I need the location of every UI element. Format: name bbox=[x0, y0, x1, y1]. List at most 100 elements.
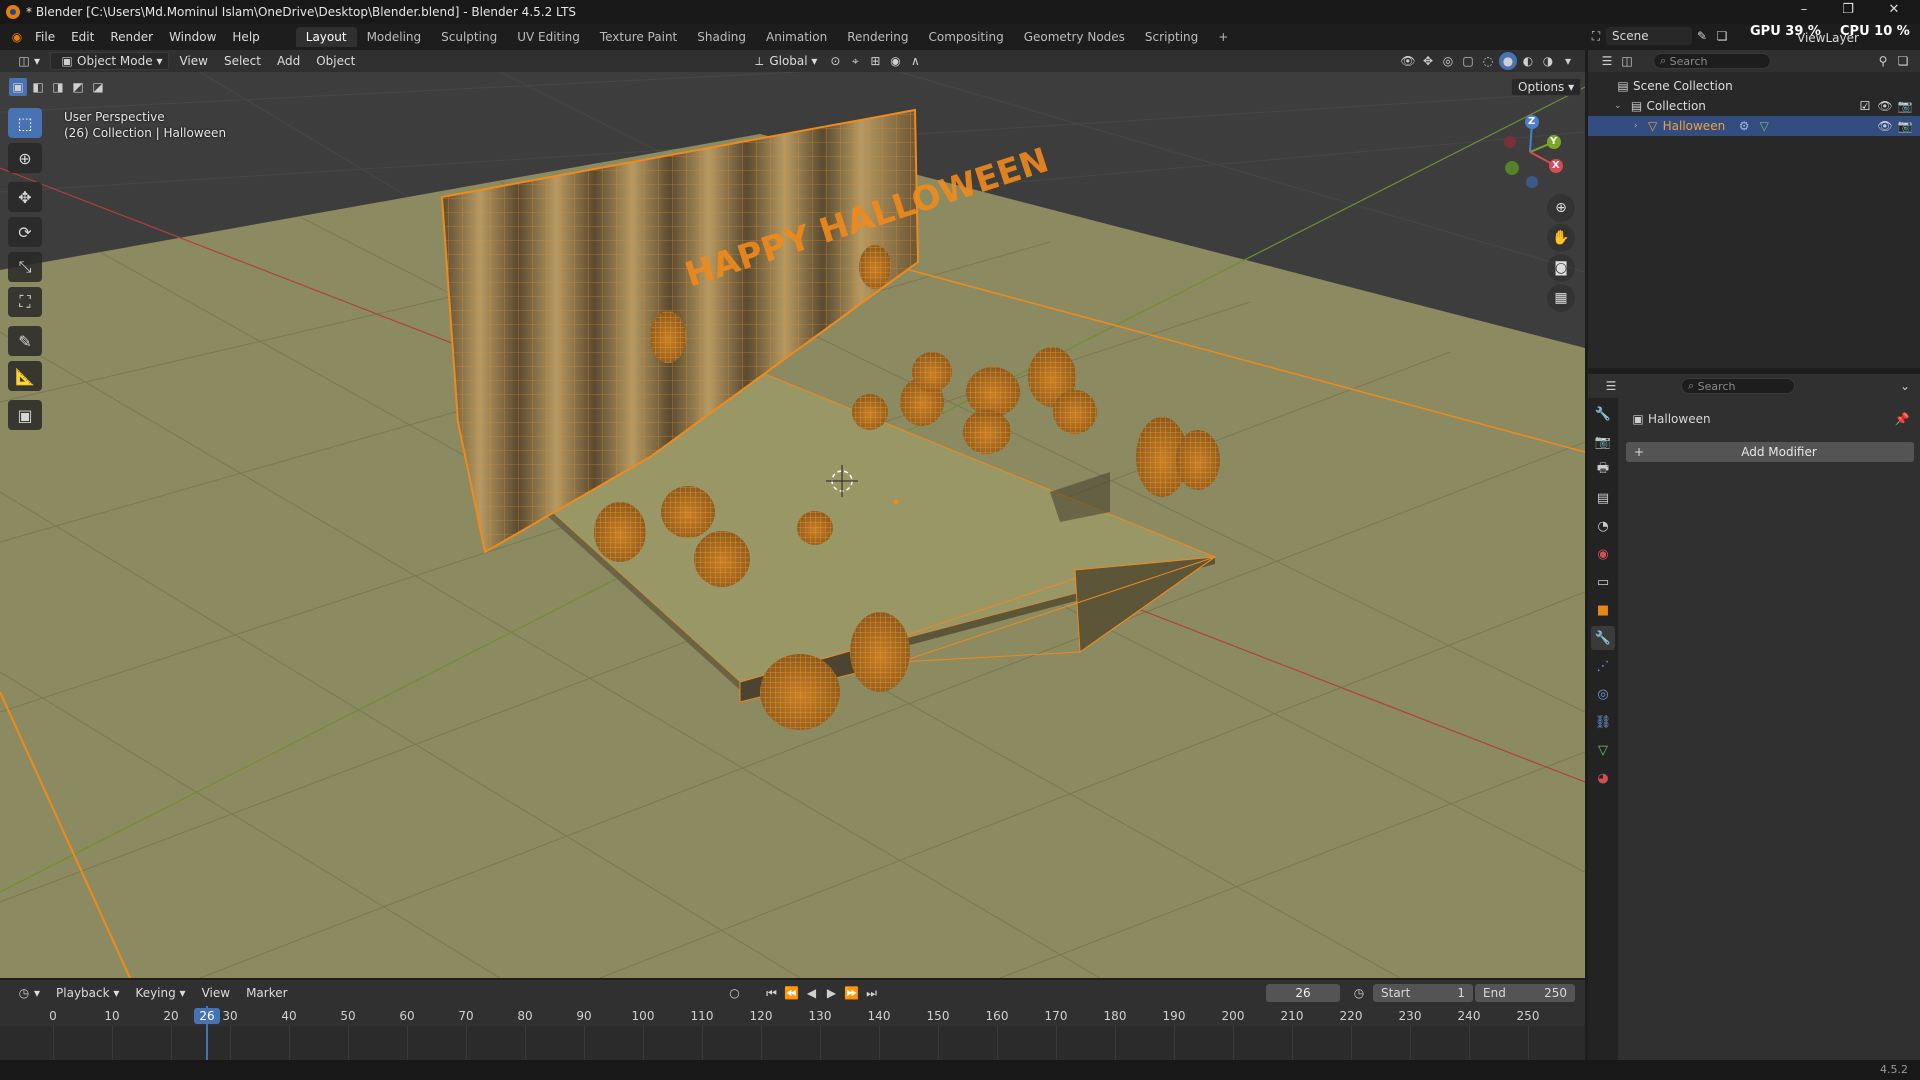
pumpkin[interactable] bbox=[912, 352, 952, 392]
view-layer-selector[interactable]: ViewLayer bbox=[1797, 31, 1859, 45]
pumpkin[interactable] bbox=[966, 367, 1020, 417]
pumpkin[interactable] bbox=[650, 311, 686, 363]
close-button[interactable]: ✕ bbox=[1876, 2, 1912, 17]
timeline-editor-button[interactable]: ◷ ▾ bbox=[8, 984, 46, 1002]
object-tab-icon[interactable]: ■ bbox=[1591, 598, 1615, 622]
next-keyframe-icon[interactable]: ⏩ bbox=[843, 984, 861, 1002]
camera-view-icon[interactable]: ◙ bbox=[1547, 254, 1575, 282]
menu-render[interactable]: Render bbox=[102, 30, 161, 44]
falloff-icon[interactable]: ∧ bbox=[906, 52, 924, 70]
tab-shading[interactable]: Shading bbox=[687, 27, 756, 47]
filter-icon[interactable]: ⚲ bbox=[1874, 52, 1892, 70]
collection-tab-icon[interactable]: ▭ bbox=[1591, 570, 1615, 594]
pumpkin[interactable] bbox=[694, 531, 750, 587]
tab-texture-paint[interactable]: Texture Paint bbox=[590, 27, 687, 47]
pumpkin[interactable] bbox=[963, 410, 1011, 454]
snap-icon[interactable]: ⌖ bbox=[846, 52, 864, 70]
properties-options-icon[interactable]: ⌄ bbox=[1896, 377, 1914, 395]
overlay-toggle-icon[interactable]: ◎ bbox=[1439, 52, 1457, 70]
options-dropdown[interactable]: Options ▾ bbox=[1511, 78, 1582, 96]
ortho-toggle-icon[interactable]: ▦ bbox=[1547, 284, 1575, 312]
pin-object-icon[interactable]: 📌 bbox=[1893, 410, 1911, 428]
playhead-frame[interactable]: 26 bbox=[194, 1008, 220, 1024]
minimize-button[interactable]: – bbox=[1786, 2, 1822, 17]
select-new-icon[interactable]: ▣ bbox=[9, 78, 27, 96]
outliner-row-halloween[interactable]: › ▽ Halloween ⚙ ▽ 👁 📷 bbox=[1588, 116, 1920, 136]
orientation-dropdown[interactable]: ⟂ Global ▾ bbox=[743, 52, 823, 70]
mesh-data-icon[interactable]: ▽ bbox=[1755, 117, 1773, 135]
current-frame-field[interactable]: 26 bbox=[1266, 984, 1340, 1002]
output-tab-icon[interactable]: 🖶 bbox=[1591, 458, 1615, 482]
transform-tool-icon[interactable]: ⛶ bbox=[8, 287, 42, 317]
measure-tool-icon[interactable]: 📐 bbox=[8, 361, 42, 391]
collapse-chevron-icon[interactable]: ⌄ bbox=[1614, 101, 1622, 111]
outliner-row-scene-collection[interactable]: ▤ Scene Collection bbox=[1588, 76, 1920, 96]
object-render-icon[interactable]: 📷 bbox=[1896, 117, 1914, 135]
select-subtract-icon[interactable]: ◨ bbox=[49, 78, 67, 96]
menu-keying[interactable]: Keying ▾ bbox=[129, 984, 191, 1002]
pumpkin[interactable] bbox=[1176, 430, 1220, 490]
pumpkin[interactable] bbox=[760, 654, 840, 730]
proportional-edit-icon[interactable]: ◉ bbox=[886, 52, 904, 70]
timeline[interactable]: 0 10 20 30 40 50 60 70 80 90 100 110 120 130 140 150 160… bbox=[0, 1006, 1585, 1060]
gizmo-toggle-icon[interactable]: ✥ bbox=[1419, 52, 1437, 70]
pivot-icon[interactable]: ⊙ bbox=[826, 52, 844, 70]
collection-render-icon[interactable]: 📷 bbox=[1896, 97, 1914, 115]
world-tab-icon[interactable]: ◉ bbox=[1591, 542, 1615, 566]
tab-animation[interactable]: Animation bbox=[756, 27, 837, 47]
end-frame-field[interactable]: End 250 bbox=[1475, 984, 1575, 1002]
outliner-editor-icon[interactable]: ☰ bbox=[1598, 52, 1616, 70]
blender-menu-icon[interactable]: ◉ bbox=[8, 28, 26, 46]
maximize-button[interactable]: ❐ bbox=[1830, 2, 1866, 17]
tab-scripting[interactable]: Scripting bbox=[1135, 27, 1208, 47]
menu-window[interactable]: Window bbox=[161, 30, 224, 44]
xray-icon[interactable]: ▢ bbox=[1459, 52, 1477, 70]
object-visibility-icon[interactable]: 👁 bbox=[1876, 117, 1894, 135]
pumpkin[interactable] bbox=[594, 502, 646, 562]
tool-tab-icon[interactable]: 🔧 bbox=[1591, 402, 1615, 426]
select-intersect-icon[interactable]: ◪ bbox=[89, 78, 107, 96]
add-modifier-button[interactable]: + Add Modifier bbox=[1626, 442, 1914, 462]
menu-object[interactable]: Object bbox=[310, 52, 361, 70]
select-invert-icon[interactable]: ◩ bbox=[69, 78, 87, 96]
prev-keyframe-icon[interactable]: ⏪ bbox=[783, 984, 801, 1002]
tab-geometry-nodes[interactable]: Geometry Nodes bbox=[1014, 27, 1135, 47]
start-frame-field[interactable]: Start 1 bbox=[1373, 984, 1473, 1002]
pumpkin[interactable] bbox=[661, 486, 715, 538]
outliner-row-collection[interactable]: ⌄ ▤ Collection ☑ 👁 📷 bbox=[1588, 96, 1920, 116]
shading-options-icon[interactable]: ▾ bbox=[1559, 52, 1577, 70]
add-workspace-button[interactable]: + bbox=[1208, 27, 1238, 47]
tab-sculpting[interactable]: Sculpting bbox=[431, 27, 507, 47]
display-mode-icon[interactable]: ◫ bbox=[1618, 52, 1636, 70]
render-shading-icon[interactable]: ◑ bbox=[1539, 52, 1557, 70]
menu-edit[interactable]: Edit bbox=[63, 30, 102, 44]
preview-range-icon[interactable]: ◷ bbox=[1350, 984, 1368, 1002]
material-shading-icon[interactable]: ◐ bbox=[1519, 52, 1537, 70]
new-scene-icon[interactable]: ❏ bbox=[1713, 27, 1731, 45]
new-collection-icon[interactable]: ❏ bbox=[1894, 52, 1912, 70]
tab-uv-editing[interactable]: UV Editing bbox=[507, 27, 590, 47]
scene-icon[interactable]: ⛶ bbox=[1587, 27, 1605, 45]
pumpkin[interactable] bbox=[1053, 390, 1097, 434]
menu-help[interactable]: Help bbox=[224, 30, 267, 44]
zoom-icon[interactable]: ⊕ bbox=[1547, 194, 1575, 222]
visibility-icon[interactable]: 👁 bbox=[1399, 52, 1417, 70]
wireframe-shading-icon[interactable]: ◌ bbox=[1479, 52, 1497, 70]
jump-end-icon[interactable]: ⏭ bbox=[863, 984, 881, 1002]
render-tab-icon[interactable]: 📷 bbox=[1591, 430, 1615, 454]
menu-select[interactable]: Select bbox=[218, 52, 267, 70]
menu-timeline-view[interactable]: View bbox=[196, 984, 236, 1002]
expand-chevron-icon[interactable]: › bbox=[1634, 121, 1638, 131]
properties-editor-icon[interactable]: ☰ bbox=[1602, 377, 1620, 395]
pan-hand-icon[interactable]: ✋ bbox=[1547, 224, 1575, 252]
data-tab-icon[interactable]: ▽ bbox=[1591, 738, 1615, 762]
view-layer-tab-icon[interactable]: ▤ bbox=[1591, 486, 1615, 510]
select-extend-icon[interactable]: ◧ bbox=[29, 78, 47, 96]
physics-tab-icon[interactable]: ◎ bbox=[1591, 682, 1615, 706]
select-box-tool-icon[interactable]: ⬚ bbox=[8, 108, 42, 138]
rotate-tool-icon[interactable]: ⟳ bbox=[8, 217, 42, 247]
tab-compositing[interactable]: Compositing bbox=[918, 27, 1013, 47]
move-tool-icon[interactable]: ✥ bbox=[8, 182, 42, 212]
modifier-tab-icon[interactable]: 🔧 bbox=[1591, 626, 1615, 650]
viewport-scene[interactable]: HAPPY HALLOWEEN bbox=[0, 72, 1585, 978]
